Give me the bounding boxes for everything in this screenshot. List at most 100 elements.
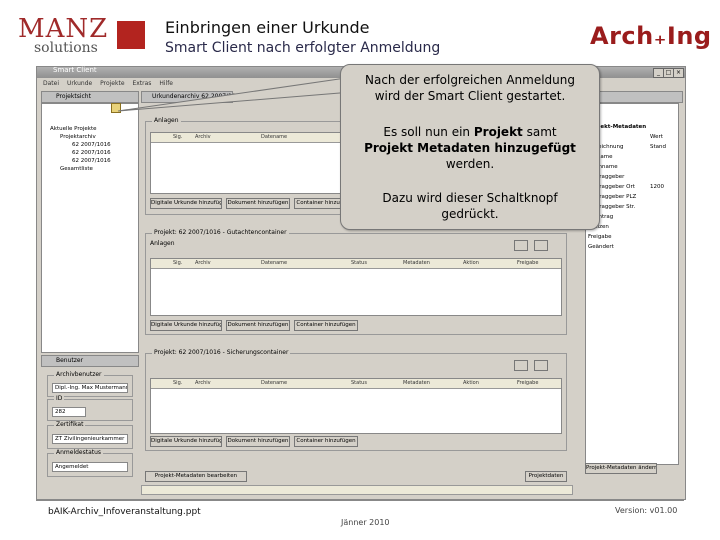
col-datename: Datename <box>261 260 288 266</box>
col-status: Status <box>351 380 367 386</box>
callout-line-3: Es soll nun ein Projekt samt <box>341 125 599 140</box>
instruction-callout: Nach der erfolgreichen Anmeldung wird de… <box>340 64 600 230</box>
callout-line-2: wird der Smart Client gestartet. <box>374 89 566 103</box>
col-archiv: Archiv <box>195 260 211 266</box>
backup-container-action-2[interactable] <box>534 360 548 371</box>
document-tab[interactable]: Urkundenarchiv 62 2007/1016 <box>141 91 243 103</box>
settings-id-field[interactable]: 282 <box>52 407 86 417</box>
metadata-item[interactable]: Geändert <box>588 244 614 250</box>
tree-item-projektarchiv[interactable]: Projektarchiv <box>60 134 96 140</box>
footer-divider <box>36 500 684 501</box>
settings-panel-tab[interactable]: Benutzer <box>56 357 83 364</box>
backup-container-table-header: Sig. Archiv Datename Status Metadaten Ak… <box>151 379 561 389</box>
footer-version: Version: v01.00 <box>615 506 678 515</box>
tree-panel-tab[interactable]: Projektsicht <box>56 93 91 100</box>
metadata-value: 1200 <box>650 184 664 190</box>
backup-container-group: Projekt: 62 2007/1016 - Sicherungscontai… <box>145 349 567 451</box>
tree-item-project-2[interactable]: 62 2007/1016 <box>72 150 111 156</box>
footer-date: Jänner 2010 <box>341 518 390 527</box>
callout-line-5: werden. <box>445 157 495 171</box>
expert-container-group: Projekt: 62 2007/1016 - Gutachtencontain… <box>145 229 567 335</box>
col-sig: Sig. <box>173 134 183 140</box>
settings-user-label: Archivbenutzer <box>54 371 104 378</box>
window-title: Smart Client <box>53 66 97 74</box>
expert-container-table: Sig. Archiv Datename Status Metadaten Ak… <box>150 258 562 316</box>
col-aktion: Aktion <box>463 260 479 266</box>
col-metadaten: Metadaten <box>403 380 430 386</box>
menu-item-urkunde[interactable]: Urkunde <box>67 80 92 87</box>
col-freigabe: Freigabe <box>517 380 539 386</box>
expert-container-table-header: Sig. Archiv Datename Status Metadaten Ak… <box>151 259 561 269</box>
col-archiv: Archiv <box>195 134 211 140</box>
callout-line-1: Nach der erfolgreichen Anmeldung <box>365 73 575 87</box>
metadata-value: Wert <box>650 134 663 140</box>
settings-id-label: ID <box>54 395 65 402</box>
add-digital-doc-button-mid[interactable]: Digitale Urkunde hinzufügen <box>150 320 222 331</box>
metadata-value: Stand <box>650 144 666 150</box>
col-aktion: Aktion <box>463 380 479 386</box>
col-datename: Datename <box>261 134 288 140</box>
expert-container-action-2[interactable] <box>534 240 548 251</box>
metadata-item[interactable]: Freigabe <box>588 234 612 240</box>
add-digital-doc-button-top[interactable]: Digitale Urkunde hinzufügen <box>150 198 222 209</box>
add-container-button-mid[interactable]: Container hinzufügen <box>294 320 358 331</box>
col-metadaten: Metadaten <box>403 260 430 266</box>
close-button[interactable]: × <box>673 68 684 78</box>
menu-item-extras[interactable]: Extras <box>132 80 151 87</box>
add-document-button-top[interactable]: Dokument hinzufügen <box>226 198 290 209</box>
add-digital-doc-button-bot[interactable]: Digitale Urkunde hinzufügen <box>150 436 222 447</box>
change-project-metadata-button[interactable]: Projekt-Metadaten ändern <box>585 463 657 474</box>
add-container-button-bot[interactable]: Container hinzufügen <box>294 436 358 447</box>
expert-container-action-1[interactable] <box>514 240 528 251</box>
backup-container-title: Projekt: 62 2007/1016 - Sicherungscontai… <box>152 349 291 356</box>
tree-item-aktuelle-projekte[interactable]: Aktuelle Projekte <box>50 126 97 132</box>
backup-container-action-1[interactable] <box>514 360 528 371</box>
col-freigabe: Freigabe <box>517 260 539 266</box>
manz-logo-mark <box>117 21 145 49</box>
settings-panel: Archivbenutzer Dipl.-Ing. Max Mustermann… <box>41 367 137 491</box>
expert-container-label: Anlagen <box>150 240 175 247</box>
slide-subtitle: Smart Client nach erfolgter Anmeldung <box>165 40 441 56</box>
callout-line-3b: Projekt <box>473 125 523 139</box>
settings-user-field[interactable]: Dipl.-Ing. Max Mustermann <box>52 383 128 393</box>
menu-item-projekte[interactable]: Projekte <box>100 80 124 87</box>
callout-line-3c: samt <box>522 125 557 139</box>
slide-title: Einbringen einer Urkunde <box>165 18 370 37</box>
add-project-icon[interactable] <box>111 103 121 113</box>
settings-panel-header: Benutzer <box>41 355 139 367</box>
settings-status-label: Anmeldestatus <box>54 449 104 456</box>
tree-item-project-1[interactable]: 62 2007/1016 <box>72 142 111 148</box>
add-document-button-bot[interactable]: Dokument hinzufügen <box>226 436 290 447</box>
manz-solutions-logo: MANZ solutions <box>18 14 145 58</box>
add-document-button-mid[interactable]: Dokument hinzufügen <box>226 320 290 331</box>
menu-item-hilfe[interactable]: Hilfe <box>159 80 173 87</box>
menu-item-datei[interactable]: Datei <box>43 80 59 87</box>
project-tree: Aktuelle Projekte Projektarchiv 62 2007/… <box>41 103 139 353</box>
settings-certificate-field[interactable]: ZT Zivilingenieurkammer <box>52 434 128 444</box>
callout-line-4: Projekt Metadaten hinzugefügt <box>364 141 576 155</box>
settings-group-status: Anmeldestatus Angemeldet <box>47 449 133 477</box>
backup-container-table: Sig. Archiv Datename Status Metadaten Ak… <box>150 378 562 434</box>
tree-item-gesamtliste[interactable]: Gesamtliste <box>60 166 93 172</box>
settings-certificate-label: Zertifikat <box>54 421 86 428</box>
attachments-group-title: Anlagen <box>152 117 181 124</box>
callout-line-7: gedrückt. <box>441 207 499 221</box>
settings-group-certificate: Zertifikat ZT Zivilingenieurkammer <box>47 421 133 449</box>
settings-status-field[interactable]: Angemeldet <box>52 462 128 472</box>
col-status: Status <box>351 260 367 266</box>
col-datename: Datename <box>261 380 288 386</box>
expert-container-title: Projekt: 62 2007/1016 - Gutachtencontain… <box>152 229 289 236</box>
edit-project-metadata-button[interactable]: Projekt-Metadaten bearbeiten <box>145 471 247 482</box>
manz-logo-subtext: solutions <box>34 40 98 56</box>
tree-item-project-3[interactable]: 62 2007/1016 <box>72 158 111 164</box>
callout-line-3a: Es soll nun ein <box>383 125 474 139</box>
callout-line-6: Dazu wird dieser Schaltknopf <box>382 191 558 205</box>
footer-filename: bAIK-Archiv_Infoveranstaltung.ppt <box>48 507 201 517</box>
document-tab-label: Urkundenarchiv 62 2007/1016 <box>152 93 244 100</box>
horizontal-scrollbar[interactable] <box>141 485 573 495</box>
settings-group-id: ID 282 <box>47 395 133 421</box>
project-data-button[interactable]: Projektdaten <box>525 471 567 482</box>
tree-panel-header: Projektsicht <box>41 91 139 103</box>
col-archiv: Archiv <box>195 380 211 386</box>
arch-ing-logo: Arch₊Ing <box>590 22 712 50</box>
